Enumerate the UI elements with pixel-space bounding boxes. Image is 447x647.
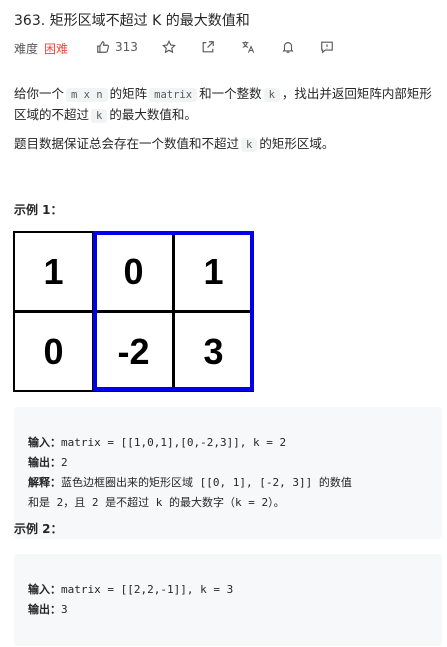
code-inline: k xyxy=(241,138,258,152)
code-inline: k xyxy=(263,88,280,102)
explanation-label: 解释： xyxy=(28,476,61,489)
matrix-cell: 0 xyxy=(13,311,94,392)
notification-button[interactable] xyxy=(281,40,295,54)
example-2-code-block: 输入：matrix = [[2,2,-1]], k = 3 输出：3 xyxy=(14,554,442,646)
translate-button[interactable] xyxy=(241,40,255,54)
star-icon xyxy=(162,40,176,54)
text: 的矩形区域。 xyxy=(259,136,335,151)
share-icon xyxy=(201,40,215,54)
code-inline: m x n xyxy=(66,88,108,102)
output-label: 输出： xyxy=(28,603,61,616)
thumbs-up-icon xyxy=(96,40,110,54)
input-value: matrix = [[2,2,-1]], k = 3 xyxy=(61,583,234,596)
text: 给你一个 xyxy=(14,86,65,101)
output-label: 输出： xyxy=(28,456,61,469)
highlight-rectangle xyxy=(93,231,254,391)
difficulty-label: 难度 xyxy=(14,42,39,56)
problem-meta-bar: 难度 困难 313 xyxy=(14,40,444,58)
explanation-line-2: 和是 2，且 2 是不超过 k 的最大数字（k = 2）。 xyxy=(28,496,285,509)
explanation-line-1: 蓝色边框圈出来的矩形区域 [[0, 1], [-2, 3]] 的数值 xyxy=(61,476,352,489)
output-value: 3 xyxy=(61,603,68,616)
like-count: 313 xyxy=(115,40,138,54)
example-1-heading: 示例 1： xyxy=(14,203,63,217)
text: 的矩阵 xyxy=(109,86,148,101)
favorite-button[interactable] xyxy=(162,40,176,54)
difficulty: 难度 困难 xyxy=(14,40,68,57)
feedback-button[interactable] xyxy=(320,40,334,54)
output-value: 2 xyxy=(61,456,68,469)
feedback-icon xyxy=(320,40,334,54)
description-paragraph-1: 给你一个 m x n 的矩阵 matrix 和一个整数 k ，找出并返回矩阵内部矩形区域的不… xyxy=(14,84,442,126)
example-2-heading: 示例 2： xyxy=(14,522,63,536)
input-label: 输入： xyxy=(28,436,61,449)
translate-icon xyxy=(241,40,255,54)
like-button[interactable]: 313 xyxy=(96,40,138,54)
input-label: 输入： xyxy=(28,583,61,596)
text: 题目数据保证总会存在一个数值和不超过 xyxy=(14,136,240,151)
problem-title: 363. 矩形区域不超过 K 的最大数值和 xyxy=(14,13,250,29)
description-paragraph-2: 题目数据保证总会存在一个数值和不超过 k 的矩形区域。 xyxy=(14,134,442,155)
code-inline: k xyxy=(91,109,108,123)
example-1-code-block: 输入：matrix = [[1,0,1],[0,-2,3]], k = 2 输出：… xyxy=(14,407,442,539)
matrix-cell: 1 xyxy=(13,231,94,312)
input-value: matrix = [[1,0,1],[0,-2,3]], k = 2 xyxy=(61,436,287,449)
text: 的最大数值和。 xyxy=(109,107,197,122)
bell-icon xyxy=(281,40,295,54)
text: 和一个整数 xyxy=(199,86,262,101)
code-inline: matrix xyxy=(149,88,198,102)
share-button[interactable] xyxy=(201,40,215,54)
difficulty-value: 困难 xyxy=(44,42,69,56)
